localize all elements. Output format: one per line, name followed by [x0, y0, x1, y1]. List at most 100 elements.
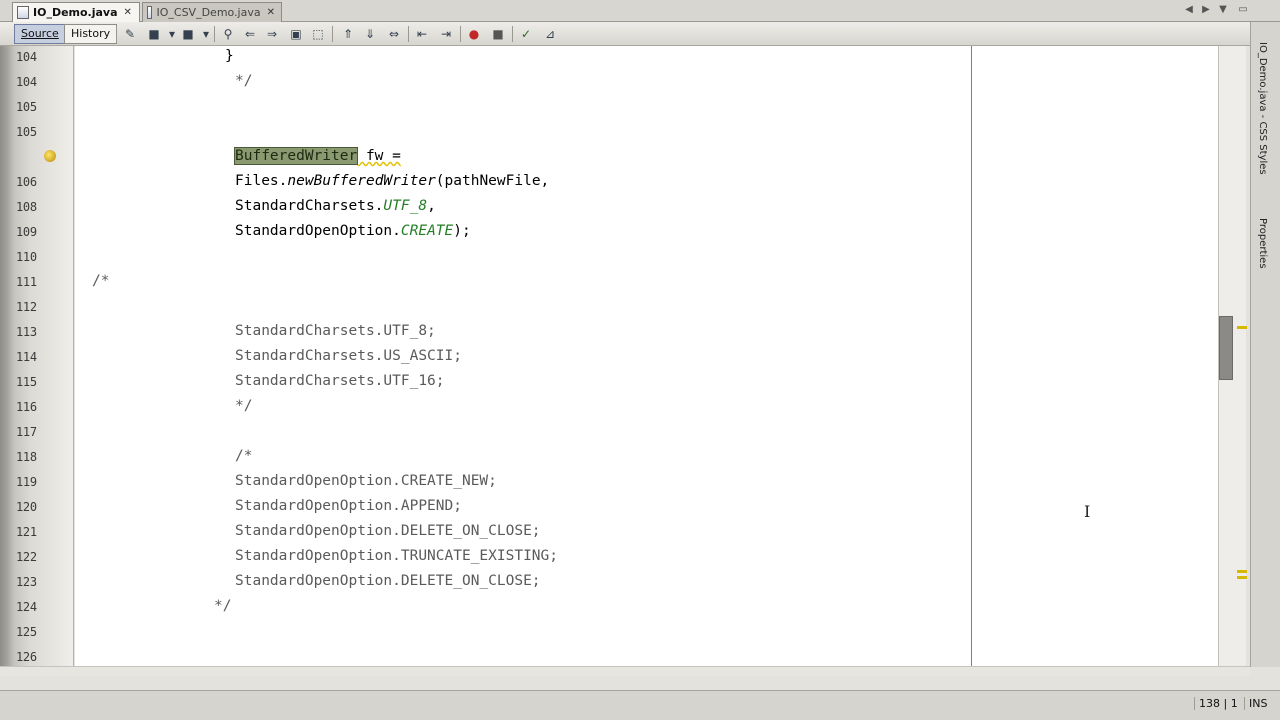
chevron-down-icon[interactable]: ▾: [198, 26, 214, 42]
line-number: 121: [16, 525, 37, 539]
toolbar-separator: [460, 26, 461, 42]
line-number: 109: [16, 225, 37, 239]
find-previous-icon[interactable]: ⇐: [242, 26, 258, 42]
back-icon[interactable]: ■: [146, 26, 162, 42]
next-bookmark-icon[interactable]: ⇓: [362, 26, 378, 42]
line-number: 120: [16, 500, 37, 514]
highlighted-class-name: BufferedWriter: [233, 147, 359, 165]
code-line: Files.newBufferedWriter(pathNewFile,: [235, 171, 549, 191]
code-line: */: [214, 598, 232, 614]
warning-marker[interactable]: [1237, 326, 1247, 329]
line-number: 125: [16, 625, 37, 639]
code-line: BufferedWriter fw =: [233, 146, 401, 166]
line-number: 110: [16, 250, 37, 264]
chevron-down-icon[interactable]: ▼: [1216, 3, 1230, 17]
java-file-icon: [147, 6, 153, 19]
code-token: ,: [427, 198, 436, 214]
previous-bookmark-icon[interactable]: ⇑: [340, 26, 356, 42]
warning-marker[interactable]: [1237, 570, 1247, 573]
code-line: /*: [92, 273, 110, 289]
toolbar-separator: [214, 26, 215, 42]
line-number: 123: [16, 575, 37, 589]
forward-icon[interactable]: ■: [180, 26, 196, 42]
css-styles-panel-tab[interactable]: IO_Demo.java - CSS Styles: [1257, 42, 1268, 175]
toolbar-separator: [332, 26, 333, 42]
code-token: fw =: [357, 148, 401, 164]
line-number: 117: [16, 425, 37, 439]
horizontal-scrollbar[interactable]: [0, 666, 1250, 676]
line-number: 106: [16, 175, 37, 189]
rect-selection-icon[interactable]: ⬚: [310, 26, 326, 42]
tab-label: IO_CSV_Demo.java: [156, 6, 261, 19]
shift-left-icon[interactable]: ⇤: [414, 26, 430, 42]
toggle-bookmark-icon[interactable]: ⇔: [386, 26, 402, 42]
start-macro-icon[interactable]: ●: [466, 26, 482, 42]
scroll-right-icon[interactable]: ▶: [1199, 3, 1213, 17]
toolbar-separator: [116, 26, 117, 42]
tab-label: IO_Demo.java: [33, 6, 118, 19]
code-editor[interactable]: } */ BufferedWriter fw = Files.newBuffer…: [75, 46, 1218, 666]
code-token: CREATE: [400, 223, 454, 239]
close-icon[interactable]: ✕: [267, 7, 275, 18]
tab-io-demo[interactable]: IO_Demo.java ✕: [12, 2, 140, 22]
maximize-icon[interactable]: ▭: [1236, 3, 1250, 17]
code-line: */: [235, 73, 253, 89]
line-number: 105: [16, 100, 37, 114]
code-token: StandardOpenOption.: [235, 223, 401, 239]
line-number: 108: [16, 200, 37, 214]
warning-marker[interactable]: [1237, 576, 1247, 579]
code-token: UTF_8: [383, 198, 428, 214]
line-number: 119: [16, 475, 37, 489]
stop-macro-icon[interactable]: ■: [490, 26, 506, 42]
line-number: 105: [16, 125, 37, 139]
properties-panel-tab[interactable]: Properties: [1257, 218, 1268, 269]
uncomment-icon[interactable]: ⊿: [542, 26, 558, 42]
code-token: );: [453, 223, 471, 239]
code-line: StandardOpenOption.DELETE_ON_CLOSE;: [235, 523, 541, 539]
line-number: 104: [16, 75, 37, 89]
code-line: /*: [235, 448, 253, 464]
toggle-highlight-icon[interactable]: ▣: [288, 26, 304, 42]
source-button[interactable]: Source: [14, 24, 66, 44]
chevron-down-icon[interactable]: ▾: [164, 26, 180, 42]
line-number-gutter: 104 104 105 105 106 108 109 110 111 112 …: [0, 46, 74, 666]
hint-bulb-icon[interactable]: [44, 150, 56, 162]
side-panel-strip: IO_Demo.java - CSS Styles Properties: [1250, 22, 1280, 667]
line-number: 104: [16, 50, 37, 64]
java-file-icon: [17, 6, 29, 19]
code-line: */: [235, 398, 253, 414]
editor-toolbar: Source History ✎ ■ ▾ ■ ▾ ⚲ ⇐ ⇒ ▣ ⬚ ⇑ ⇓ ⇔…: [0, 22, 1250, 46]
line-number: 116: [16, 400, 37, 414]
line-number: 113: [16, 325, 37, 339]
right-margin-line: [971, 46, 972, 666]
code-line: StandardOpenOption.DELETE_ON_CLOSE;: [235, 573, 541, 589]
toolbar-separator: [512, 26, 513, 42]
scroll-left-icon[interactable]: ◀: [1182, 3, 1196, 17]
ide-window: IO_Demo.java ✕ IO_CSV_Demo.java ✕ ◀ ▶ ▼ …: [0, 0, 1280, 720]
code-line: StandardOpenOption.APPEND;: [235, 498, 462, 514]
comment-icon[interactable]: ✓: [518, 26, 534, 42]
toolbar-separator: [408, 26, 409, 42]
line-number: 126: [16, 650, 37, 664]
error-stripe[interactable]: [1218, 46, 1247, 666]
last-edit-icon[interactable]: ✎: [122, 26, 138, 42]
code-line: StandardCharsets.UTF_8;: [235, 323, 436, 339]
code-token: StandardCharsets.: [235, 198, 384, 214]
code-line: StandardCharsets.US_ASCII;: [235, 348, 462, 364]
code-token: (pathNewFile,: [435, 173, 550, 189]
tab-io-csv-demo[interactable]: IO_CSV_Demo.java ✕: [142, 2, 282, 22]
code-token: Files.: [235, 173, 288, 189]
find-next-icon[interactable]: ⇒: [264, 26, 280, 42]
editor-tab-bar: IO_Demo.java ✕ IO_CSV_Demo.java ✕ ◀ ▶ ▼ …: [0, 0, 1280, 22]
line-number: 111: [16, 275, 37, 289]
shift-right-icon[interactable]: ⇥: [438, 26, 454, 42]
history-button[interactable]: History: [64, 24, 118, 44]
status-bar: 138 | 1 INS: [0, 690, 1280, 720]
line-number: 114: [16, 350, 37, 364]
code-line: StandardCharsets.UTF_16;: [235, 373, 445, 389]
close-icon[interactable]: ✕: [124, 7, 132, 18]
find-icon[interactable]: ⚲: [220, 26, 236, 42]
vertical-scrollbar-thumb[interactable]: [1219, 316, 1233, 380]
code-line: StandardOpenOption.TRUNCATE_EXISTING;: [235, 548, 559, 564]
line-number: 118: [16, 450, 37, 464]
